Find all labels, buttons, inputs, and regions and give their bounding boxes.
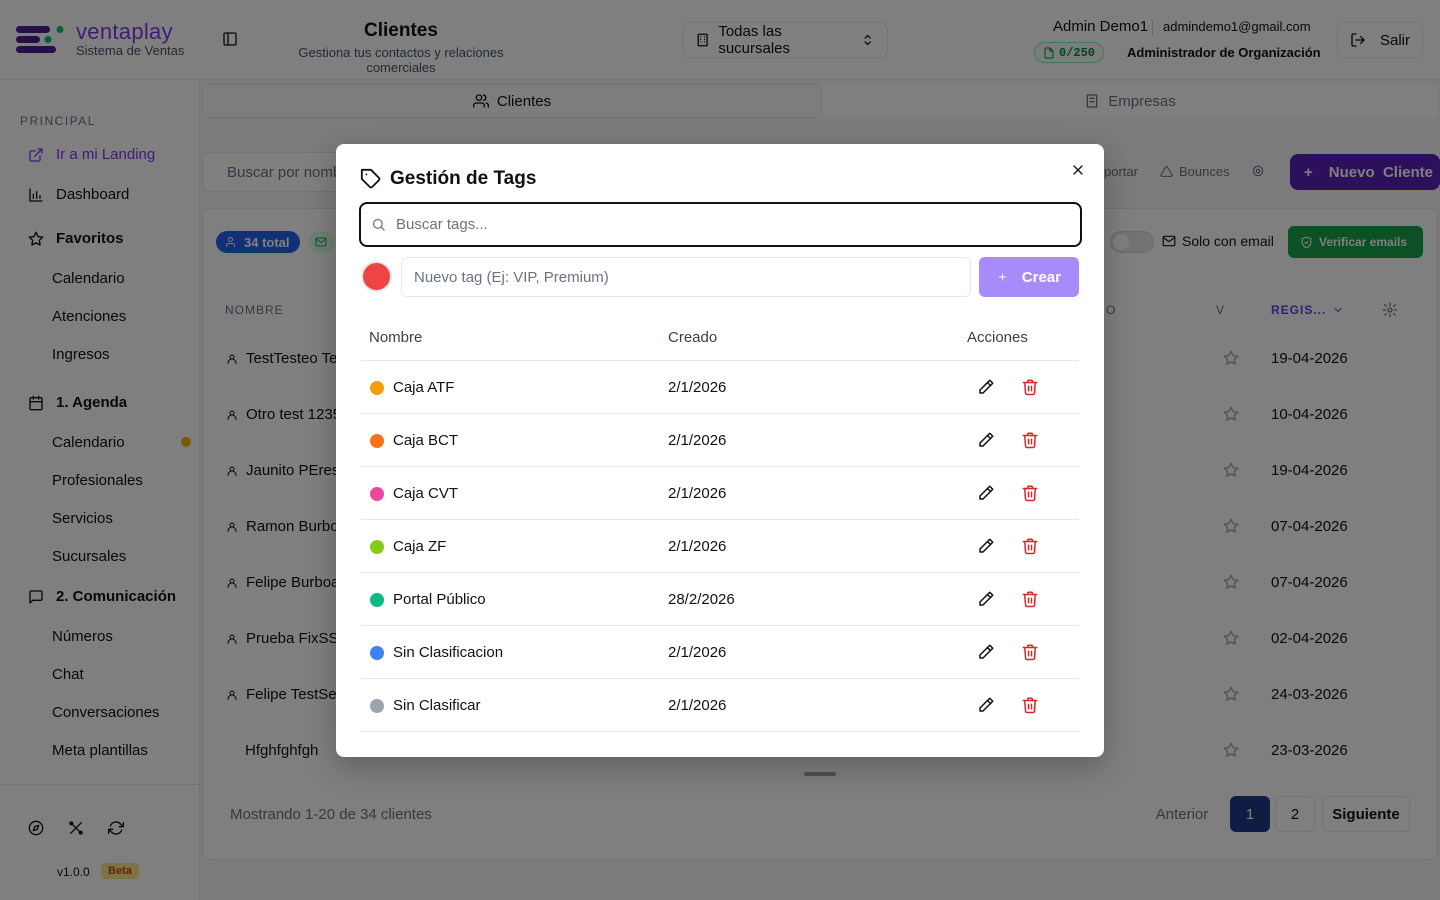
edit-icon[interactable] — [977, 696, 995, 714]
tag-name: Sin Clasificar — [393, 697, 481, 714]
column-header-creado: Creado — [668, 329, 718, 346]
column-header-acciones: Acciones — [967, 329, 1028, 346]
trash-icon[interactable] — [1021, 643, 1039, 661]
tag-color-dot — [370, 540, 384, 554]
create-tag-label: Crear — [1021, 268, 1061, 286]
search-icon — [372, 218, 385, 231]
table-row: Sin Clasificar 2/1/2026 — [361, 679, 1079, 732]
tag-color-dot — [370, 699, 384, 713]
tag-color-dot — [370, 646, 384, 660]
table-row: Caja ZF 2/1/2026 — [361, 520, 1079, 573]
tag-search-placeholder: Buscar tags... — [396, 216, 488, 233]
edit-icon[interactable] — [977, 484, 995, 502]
tag-color-dot — [370, 381, 384, 395]
table-row: Sin Clasificacion 2/1/2026 — [361, 626, 1079, 679]
create-tag-button[interactable]: Crear — [979, 257, 1079, 297]
tag-color-picker[interactable] — [361, 261, 392, 292]
tag-created-date: 2/1/2026 — [668, 379, 727, 396]
trash-icon[interactable] — [1021, 484, 1039, 502]
tag-name: Sin Clasificacion — [393, 644, 504, 661]
new-tag-placeholder: Nuevo tag (Ej: VIP, Premium) — [414, 268, 609, 286]
tag-search-input[interactable]: Buscar tags... — [359, 202, 1082, 247]
tag-name: Caja BCT — [393, 432, 459, 449]
edit-icon[interactable] — [977, 590, 995, 608]
trash-icon[interactable] — [1021, 537, 1039, 555]
table-row: Caja BCT 2/1/2026 — [361, 414, 1079, 467]
table-row: Caja ATF 2/1/2026 — [361, 361, 1079, 414]
tag-name: Caja ATF — [393, 379, 455, 396]
tag-created-date: 28/2/2026 — [668, 591, 735, 608]
modal-title-text: Gestión de Tags — [390, 168, 537, 189]
new-tag-input[interactable]: Nuevo tag (Ej: VIP, Premium) — [401, 257, 971, 297]
edit-icon[interactable] — [977, 431, 995, 449]
tag-created-date: 2/1/2026 — [668, 538, 727, 555]
tag-name: Caja ZF — [393, 538, 447, 555]
table-row: Portal Público 28/2/2026 — [361, 573, 1079, 626]
column-header-nombre: Nombre — [369, 329, 423, 346]
tag-icon — [360, 168, 381, 189]
tag-name: Portal Público — [393, 591, 486, 608]
edit-icon[interactable] — [977, 537, 995, 555]
plus-icon — [998, 273, 1006, 281]
tags-table-header: Nombre Creado Acciones — [361, 319, 1079, 361]
tag-created-date: 2/1/2026 — [668, 644, 727, 661]
trash-icon[interactable] — [1021, 590, 1039, 608]
tag-created-date: 2/1/2026 — [668, 697, 727, 714]
edit-icon[interactable] — [977, 643, 995, 661]
tag-name: Caja CVT — [393, 485, 459, 502]
tag-color-dot — [370, 434, 384, 448]
trash-icon[interactable] — [1021, 378, 1039, 396]
tag-created-date: 2/1/2026 — [668, 485, 727, 502]
tag-created-date: 2/1/2026 — [668, 432, 727, 449]
trash-icon[interactable] — [1021, 431, 1039, 449]
edit-icon[interactable] — [977, 378, 995, 396]
tag-color-dot — [370, 487, 384, 501]
tag-color-dot — [370, 593, 384, 607]
close-icon[interactable] — [1070, 162, 1086, 178]
tags-modal: Gestión de Tags Buscar tags... Nuevo tag… — [336, 144, 1104, 757]
trash-icon[interactable] — [1021, 696, 1039, 714]
table-row: Caja CVT 2/1/2026 — [361, 467, 1079, 520]
modal-title: Gestión de Tags — [360, 168, 536, 190]
